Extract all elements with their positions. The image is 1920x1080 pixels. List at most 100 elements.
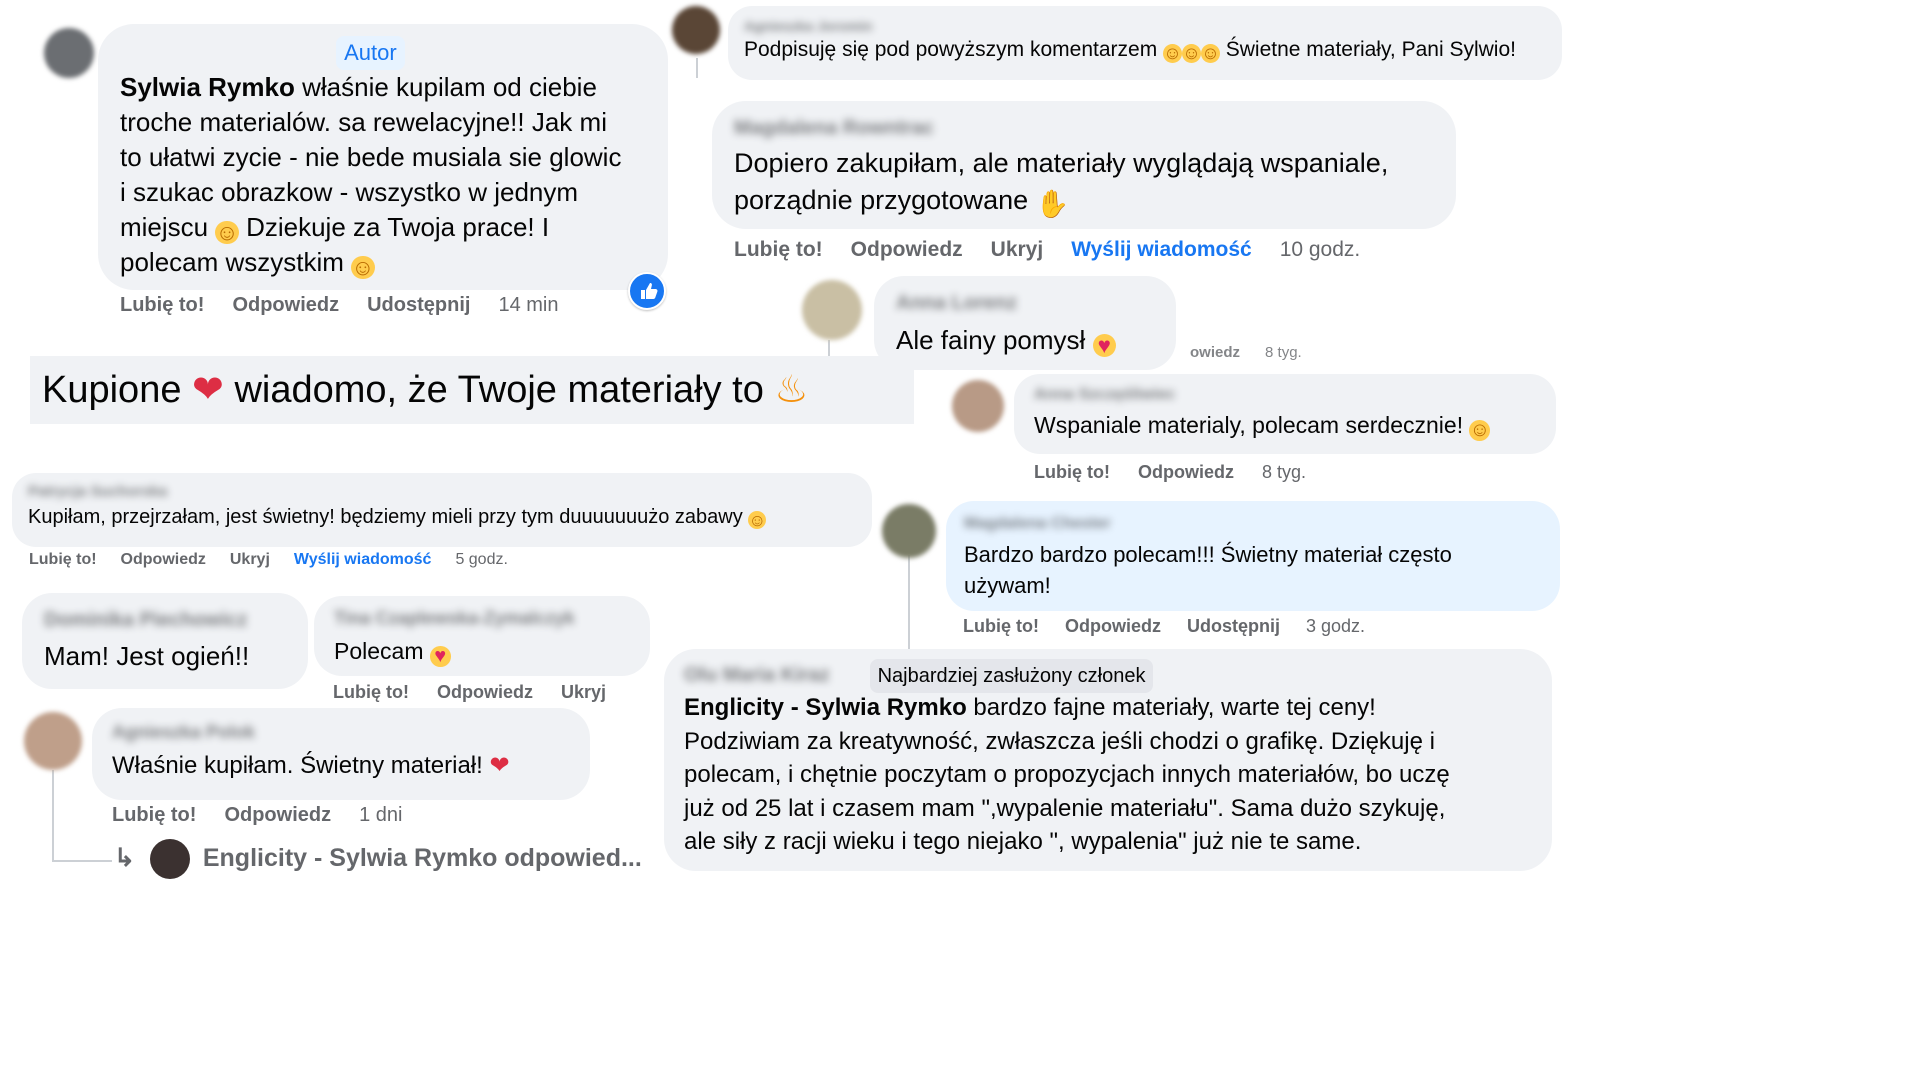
reply-button[interactable]: Odpowiedz	[851, 238, 963, 262]
author-badge: Autor	[336, 36, 405, 70]
comment-text: Kupiłam, przejrzałam, jest świetny! będz…	[28, 506, 767, 530]
comment-text: Englicity - Sylwia Rymko bardzo fajne ma…	[684, 694, 1450, 855]
mention-link[interactable]: Englicity - Sylwia Rymko	[684, 694, 967, 721]
smiling-face-icon: ☺	[1163, 42, 1182, 63]
avatar	[149, 839, 190, 880]
comment-actions: Lubię to! Odpowiedz Ukryj Wyślij wiadomo…	[29, 551, 508, 569]
reply-button[interactable]: Odpowiedz	[121, 551, 206, 569]
smiling-face-with-heart-eyes-icon: ♥	[429, 646, 451, 667]
commenter-name[interactable]: Magdalena Rowntrac	[734, 115, 1434, 141]
like-button[interactable]: Lubię to!	[29, 551, 97, 569]
commenter-name[interactable]: Patrycja Suchorska	[28, 481, 856, 503]
reply-button[interactable]: Odpowiedz	[437, 682, 533, 703]
red-heart-icon: ❤	[192, 369, 224, 411]
commenter-name[interactable]: Magdalena Chester	[964, 513, 1542, 535]
smiling-face-with-heart-eyes-icon: ♥	[1092, 333, 1117, 357]
comment-bubble: Tina Czaplewska-Zymalczyk Polecam ♥	[314, 596, 650, 676]
reply-link-text: Englicity - Sylwia Rymko odpowied...	[202, 844, 642, 872]
timestamp[interactable]: 14 min	[498, 294, 558, 317]
avatar[interactable]	[24, 712, 82, 770]
comment-actions: Lubię to! Odpowiedz Udostępnij 3 godz.	[963, 616, 1365, 637]
highlight-banner: Kupione ❤ wiadomo, że Twoje materiały to…	[30, 356, 914, 424]
top-contributor-badge: Najbardziej zasłużony członek	[869, 659, 1154, 693]
send-message-link[interactable]: Wyślij wiadomość	[1071, 238, 1252, 262]
hide-button[interactable]: Ukryj	[991, 238, 1044, 262]
commenter-name[interactable]: Dominika Piechowicz	[44, 607, 286, 633]
commenter-name[interactable]: Anna Lorenz	[896, 290, 1154, 316]
comment-text: Właśnie kupiłam. Świetny materiał! ❤	[112, 752, 510, 779]
avatar[interactable]	[802, 280, 862, 340]
comment-actions: Lubię to! Odpowiedz Ukryj	[333, 682, 606, 703]
comment-bubble: Autor Sylwia Rymko właśnie kupilam od ci…	[98, 24, 668, 290]
like-button[interactable]: Lubię to!	[333, 682, 409, 703]
timestamp[interactable]: 1 dni	[359, 804, 402, 827]
comment-bubble: Agnieszka Polok Właśnie kupiłam. Świetny…	[92, 708, 590, 800]
avatar[interactable]	[952, 380, 1004, 432]
commenter-name[interactable]: Agnieszka Joromin	[744, 16, 1546, 36]
avatar[interactable]	[672, 6, 720, 54]
comment-text: Dopiero zakupiłam, ale materiały wygląda…	[734, 148, 1389, 220]
like-button[interactable]: Lubię to!	[963, 616, 1039, 637]
comment-bubble: Anna Szczęśliwiec Wspaniale materialy, p…	[1014, 374, 1556, 454]
timestamp[interactable]: 10 godz.	[1280, 238, 1361, 262]
commenter-name[interactable]: Tina Czaplewska-Zymalczyk	[334, 606, 630, 630]
grinning-face-icon: ☺	[748, 509, 767, 530]
fire-icon: ♨	[774, 369, 809, 411]
comment-text: Podpisuję się pod powyższym komentarzem …	[744, 38, 1516, 63]
hide-button[interactable]: Ukryj	[561, 682, 606, 703]
covered-actions: owiedz 8 tyg.	[1190, 344, 1302, 361]
comment-bubble: Dominika Piechowicz Mam! Jest ogień!!	[22, 593, 308, 689]
smiling-face-icon: ☺	[1200, 42, 1220, 63]
like-button[interactable]: Lubię to!	[734, 238, 823, 262]
avatar[interactable]	[882, 504, 936, 558]
red-heart-icon: ❤	[489, 752, 510, 779]
reply-arrow-icon: ↳	[114, 844, 135, 872]
like-button[interactable]: Lubię to!	[112, 804, 196, 827]
comment-text: Ale fainy pomysł ♥	[896, 322, 1154, 358]
thread-line	[696, 58, 698, 78]
mention-link[interactable]: Sylwia Rymko	[120, 72, 295, 102]
share-button[interactable]: Udostępnij	[367, 294, 470, 317]
slightly-smiling-face-icon: ☺	[351, 254, 375, 280]
reply-button[interactable]: Odpowiedz	[1065, 616, 1161, 637]
hide-button[interactable]: Ukryj	[230, 551, 270, 569]
comment-bubble: Olu Maria Kiraz Najbardziej zasłużony cz…	[664, 649, 1552, 871]
share-button[interactable]: Udostępnij	[1187, 616, 1280, 637]
like-thumb-icon	[628, 272, 666, 310]
comment-text: Mam! Jest ogień!!	[44, 641, 250, 671]
comment-bubble: Magdalena Rowntrac Dopiero zakupiłam, al…	[712, 101, 1456, 229]
slightly-smiling-face-icon: ☺	[1469, 419, 1491, 442]
commenter-name[interactable]: Olu Maria Kiraz	[684, 660, 864, 690]
commenter-name[interactable]: Anna Szczęśliwiec	[1034, 384, 1536, 406]
timestamp[interactable]: 3 godz.	[1306, 616, 1365, 637]
commenter-name[interactable]: Agnieszka Polok	[112, 720, 570, 744]
comment-text: Bardzo bardzo polecam!!! Świetny materia…	[964, 542, 1452, 598]
avatar[interactable]	[44, 28, 94, 78]
comment-text: Wspaniale materialy, polecam serdecznie!…	[1034, 412, 1491, 442]
commenter-name[interactable]	[120, 37, 330, 67]
thread-line	[908, 555, 910, 650]
smiling-face-icon: ☺	[1181, 42, 1201, 63]
send-message-link[interactable]: Wyślij wiadomość	[294, 551, 432, 569]
timestamp[interactable]: 5 godz.	[455, 551, 507, 569]
comment-actions: Lubię to! Odpowiedz Ukryj Wyślij wiadomo…	[734, 238, 1360, 262]
comment-text: Sylwia Rymko właśnie kupilam od ciebie t…	[120, 72, 622, 280]
comment-actions: Lubię to! Odpowiedz 8 tyg.	[1034, 462, 1306, 483]
reply-button[interactable]: Odpowiedz	[1138, 462, 1234, 483]
comment-bubble: Anna Lorenz Ale fainy pomysł ♥	[874, 276, 1176, 370]
like-button[interactable]: Lubię to!	[120, 294, 204, 317]
comment-bubble-highlighted: Magdalena Chester Bardzo bardzo polecam!…	[946, 501, 1560, 611]
thread-line	[52, 770, 54, 862]
timestamp[interactable]: 8 tyg.	[1262, 462, 1306, 483]
comment-bubble: Agnieszka Joromin Podpisuję się pod powy…	[728, 6, 1562, 80]
thread-line	[52, 860, 112, 862]
reply-button[interactable]: Odpowiedz	[232, 294, 339, 317]
view-replies-link[interactable]: ↳ Englicity - Sylwia Rymko odpowied...	[114, 838, 642, 880]
comment-actions: Lubię to! Odpowiedz Udostępnij 14 min	[120, 294, 558, 317]
clapping-hands-icon: ✋	[1035, 189, 1070, 220]
like-button[interactable]: Lubię to!	[1034, 462, 1110, 483]
comment-text: Polecam ♥	[334, 636, 630, 667]
reply-button[interactable]: Odpowiedz	[224, 804, 331, 827]
comment-bubble: Patrycja Suchorska Kupiłam, przejrzałam,…	[12, 473, 872, 547]
comment-actions: Lubię to! Odpowiedz 1 dni	[112, 804, 402, 827]
